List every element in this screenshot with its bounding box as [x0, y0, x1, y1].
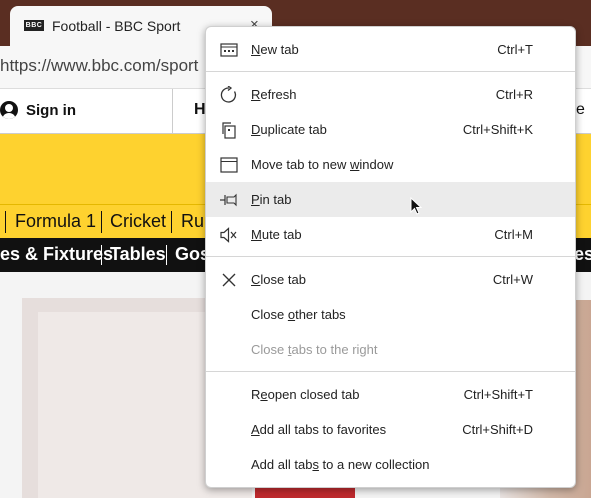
mouse-cursor-icon	[410, 197, 422, 215]
duplicate-tab-icon	[222, 122, 236, 139]
account-icon	[0, 101, 18, 119]
header-divider	[172, 89, 173, 133]
menu-item-close-tabs-to-right: Close tabs to the right	[206, 332, 575, 367]
nav-rugby-partial[interactable]: Ru	[181, 211, 204, 232]
url-text[interactable]: https://www.bbc.com/sport	[0, 56, 198, 76]
menu-item-shortcut: Ctrl+Shift+T	[463, 387, 533, 402]
mute-icon	[220, 227, 237, 243]
menu-item-mute-tab[interactable]: Mute tab Ctrl+M	[206, 217, 575, 252]
menu-item-label: Close tabs to the right	[251, 342, 378, 357]
nav-tables[interactable]: Tables	[110, 244, 166, 265]
nav-scores-fixtures[interactable]: es & Fixtures	[0, 244, 113, 265]
menu-item-new-tab[interactable]: New tab Ctrl+T	[206, 32, 575, 67]
nav-separator	[171, 211, 172, 233]
menu-item-reopen-closed-tab[interactable]: Reopen closed tab Ctrl+Shift+T	[206, 377, 575, 412]
menu-item-add-all-to-favorites[interactable]: Add all tabs to favorites Ctrl+Shift+D	[206, 412, 575, 447]
menu-item-label: New tab	[251, 42, 299, 57]
menu-item-shortcut: Ctrl+R	[495, 87, 533, 102]
menu-item-shortcut: Ctrl+Shift+K	[462, 122, 533, 137]
menu-item-duplicate-tab[interactable]: Duplicate tab Ctrl+Shift+K	[206, 112, 575, 147]
menu-item-label: Move tab to new window	[251, 157, 394, 172]
menu-item-label: Add all tabs to a new collection	[251, 457, 430, 472]
nav-separator	[5, 211, 6, 233]
menu-item-label: Refresh	[251, 87, 297, 102]
menu-item-move-to-new-window[interactable]: Move tab to new window	[206, 147, 575, 182]
sign-in-link[interactable]: Sign in	[0, 101, 76, 119]
menu-item-close-other-tabs[interactable]: Close other tabs	[206, 297, 575, 332]
header-nav-partial[interactable]: H	[194, 101, 206, 119]
header-nav-partial-right[interactable]: e	[576, 101, 585, 119]
menu-item-label: Add all tabs to favorites	[251, 422, 387, 437]
menu-item-add-all-to-collection[interactable]: Add all tabs to a new collection	[206, 447, 575, 482]
window-icon	[220, 157, 238, 173]
menu-item-label: Mute tab	[251, 227, 302, 242]
nav-right-partial[interactable]: es	[574, 244, 591, 265]
nav-separator	[101, 211, 102, 233]
menu-item-label: Duplicate tab	[251, 122, 327, 137]
tab-title: Football - BBC Sport	[52, 18, 181, 34]
menu-item-close-tab[interactable]: Close tab Ctrl+W	[206, 262, 575, 297]
menu-item-label: Close other tabs	[251, 307, 346, 322]
nav-separator	[101, 245, 102, 265]
menu-item-label: Reopen closed tab	[251, 387, 360, 402]
tab-context-menu: New tab Ctrl+T Refresh Ctrl+R Duplicate …	[205, 26, 576, 488]
nav-formula-1[interactable]: Formula 1	[15, 211, 96, 232]
menu-item-shortcut: Ctrl+W	[492, 272, 533, 287]
bbc-favicon-icon: BBC	[24, 20, 44, 31]
refresh-icon	[220, 86, 237, 103]
menu-divider	[206, 256, 575, 257]
nav-cricket[interactable]: Cricket	[110, 211, 166, 232]
menu-item-shortcut: Ctrl+Shift+D	[462, 422, 533, 437]
menu-item-shortcut: Ctrl+T	[497, 42, 533, 57]
new-tab-icon	[220, 43, 238, 57]
menu-item-label: Pin tab	[251, 192, 292, 207]
nav-separator	[166, 245, 167, 265]
sign-in-label: Sign in	[26, 101, 76, 119]
menu-item-label: Close tab	[251, 272, 306, 287]
pin-icon	[220, 193, 237, 207]
menu-item-pin-tab[interactable]: Pin tab	[206, 182, 575, 217]
menu-divider	[206, 71, 575, 72]
menu-item-shortcut: Ctrl+M	[494, 227, 533, 242]
menu-divider	[206, 371, 575, 372]
menu-item-refresh[interactable]: Refresh Ctrl+R	[206, 77, 575, 112]
close-icon	[222, 273, 236, 287]
